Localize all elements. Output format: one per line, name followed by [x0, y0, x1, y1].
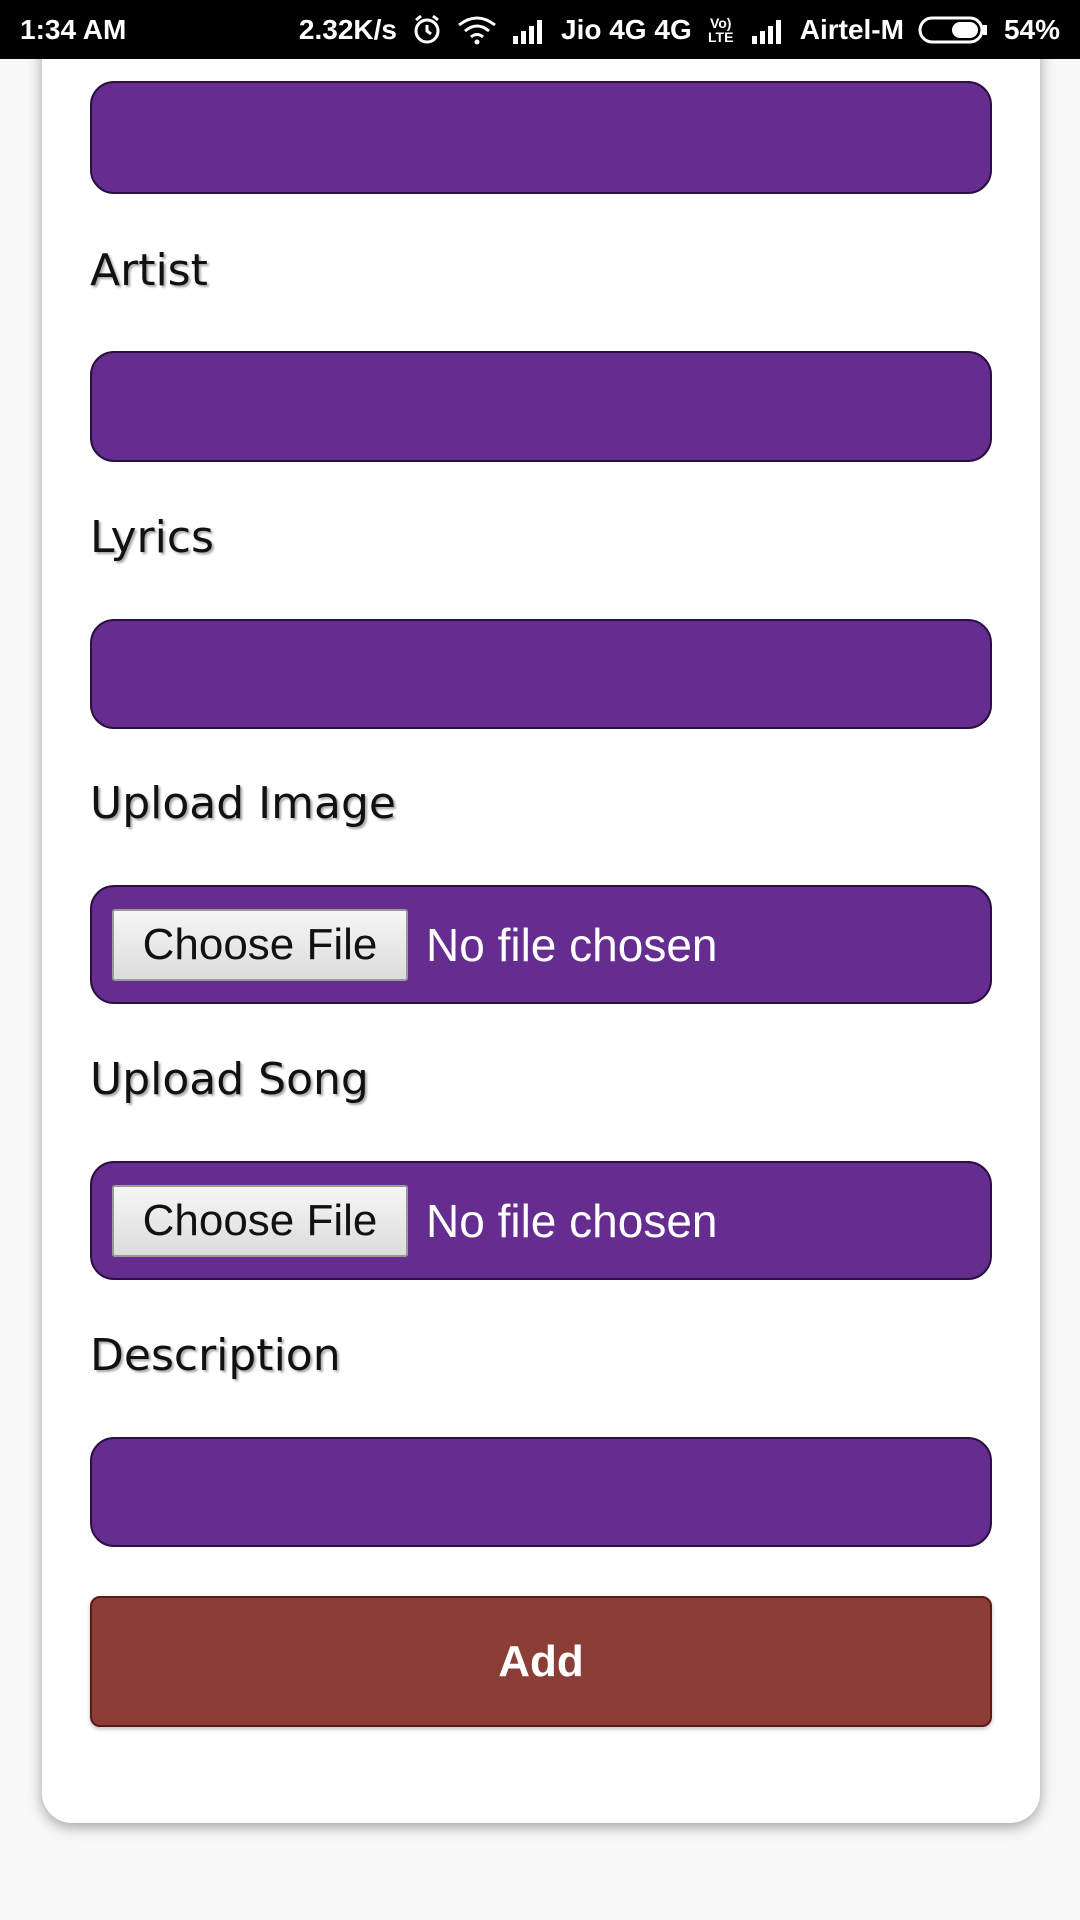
upload-song-choose-button[interactable]: Choose File: [112, 1184, 408, 1257]
upload-image-label: Upload Image: [90, 778, 396, 829]
battery-icon: [918, 15, 990, 45]
signal-icon: [511, 16, 547, 44]
upload-image-choose-button[interactable]: Choose File: [112, 908, 408, 981]
title-input[interactable]: [90, 81, 992, 194]
alarm-icon: [411, 14, 443, 46]
carrier-1: Jio 4G 4G: [561, 13, 692, 45]
network-speed: 2.32K/s: [298, 13, 397, 45]
status-bar-right: 2.32K/s Jio 4G 4G Vo) LTE Airtel-M 54%: [299, 14, 1060, 46]
artist-input[interactable]: [90, 351, 992, 462]
lyrics-input[interactable]: [90, 619, 992, 729]
wifi-icon: [457, 15, 497, 45]
description-input[interactable]: [90, 1437, 992, 1547]
upload-song-field: Choose File No file chosen: [90, 1161, 992, 1280]
description-label: Description: [90, 1330, 341, 1381]
upload-song-status: No file chosen: [426, 1194, 718, 1247]
status-time: 1:34 AM: [20, 13, 127, 45]
upload-image-field: Choose File No file chosen: [90, 885, 992, 1004]
battery-percent: 54%: [1003, 13, 1060, 45]
status-bar-left: 1:34 AM: [20, 14, 126, 46]
signal-icon: [750, 16, 786, 44]
upload-song-label: Upload Song: [90, 1054, 369, 1105]
carrier-2: Airtel-M: [799, 13, 904, 45]
lyrics-label: Lyrics: [90, 512, 214, 563]
upload-image-status: No file chosen: [426, 918, 718, 971]
artist-label: Artist: [90, 245, 208, 296]
add-button[interactable]: Add: [90, 1596, 992, 1727]
status-bar: 1:34 AM 2.32K/s Jio 4G 4G Vo) LTE Airtel…: [0, 0, 1080, 59]
volte-icon: Vo) LTE: [706, 16, 736, 44]
volte-text: Vo) LTE: [708, 14, 734, 45]
